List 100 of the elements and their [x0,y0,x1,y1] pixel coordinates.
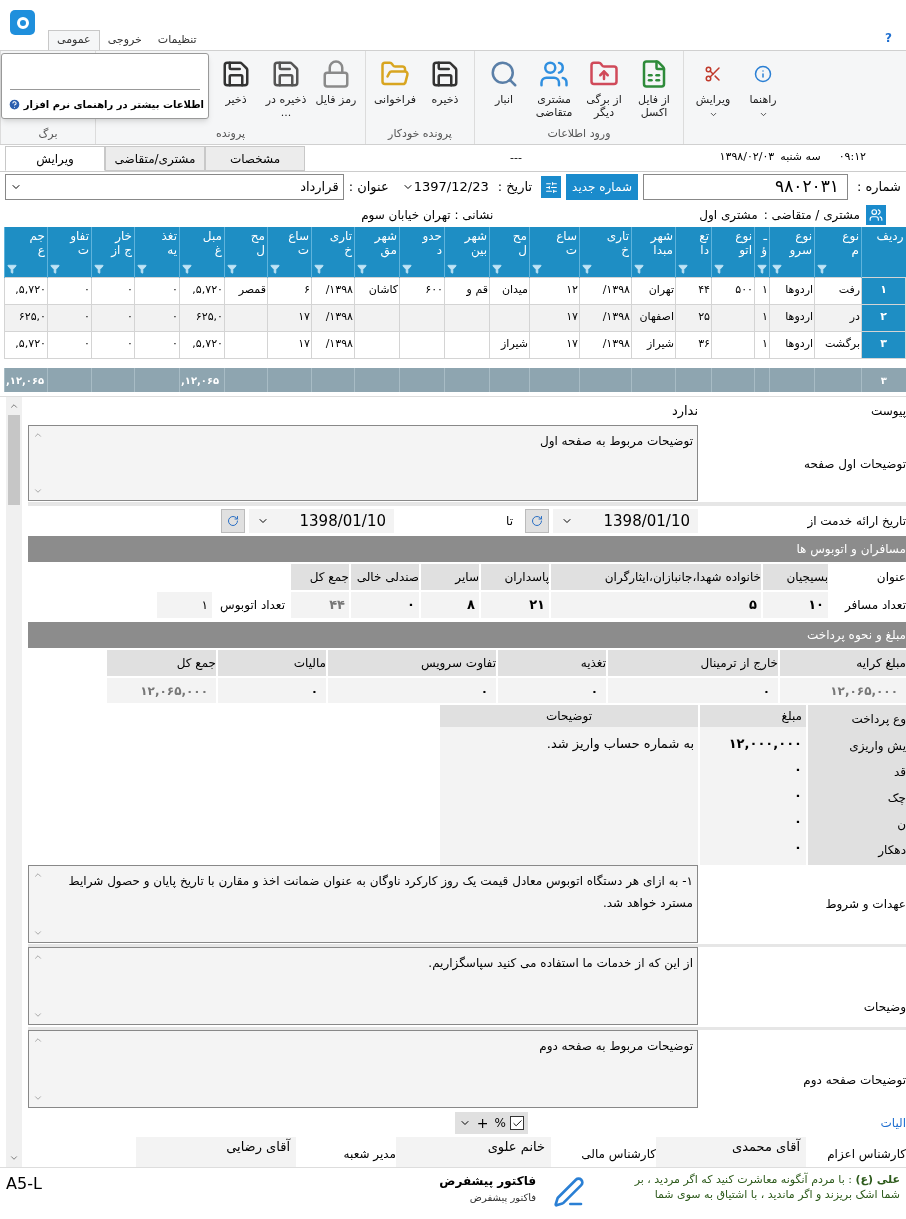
filter-icon[interactable] [678,263,688,274]
payment-amount: ۰ [793,812,803,831]
column-header[interactable]: مبل غ [179,227,225,277]
tax-link[interactable]: الیات [880,1116,906,1131]
column-header: صندلی خالی [351,564,419,590]
filter-icon[interactable] [817,263,827,274]
table-cell [224,331,268,358]
filter-icon[interactable] [532,263,542,274]
ribbon-button[interactable]: رمز فایل [313,57,359,126]
filter-icon[interactable] [270,263,280,274]
ribbon-button[interactable]: فراخوانی [372,57,418,126]
refresh-button[interactable] [525,509,549,534]
column-header[interactable]: نوع اتو [711,227,755,277]
table-cell: ۰ [47,331,92,358]
signature-name: آقای محمدی [656,1137,806,1167]
column-header[interactable]: ساع ت [267,227,312,277]
filter-icon[interactable] [402,263,412,274]
table-cell: ۶ [267,277,312,304]
new-number-button[interactable]: شماره جدید [566,174,638,200]
date-picker[interactable]: 1398/01/10 [553,509,698,534]
ribbon-button[interactable]: انبار [481,57,527,126]
column-header[interactable]: تع دا [675,227,712,277]
ribbon-button[interactable]: راهنما [740,57,786,144]
ribbon-button[interactable]: ذخیره در ... [263,57,309,126]
scroll-thumb[interactable] [8,415,20,505]
table-cell: ۴۴ [675,277,712,304]
filter-icon[interactable] [94,263,104,274]
table-cell: ۲۱ [481,592,549,618]
number-field[interactable]: ۹۸۰۲۰۳۱ [643,174,848,200]
scrollbar[interactable] [6,397,22,1167]
filter-icon[interactable] [492,263,502,274]
row-number: ۳ [861,331,906,358]
ribbon-tab[interactable]: عمومی [48,30,100,50]
column-header[interactable]: شهر بین [444,227,490,277]
column-header[interactable]: نوع م [814,227,862,277]
ribbon-button[interactable]: ذخیر [213,57,259,126]
column-header[interactable]: ـ ؤ [754,227,770,277]
app-logo-icon[interactable] [10,10,35,35]
column-header[interactable]: نوع سرو [769,227,815,277]
column-header: بسیجیان [763,564,828,590]
column-header[interactable]: تاری خ [311,227,355,277]
page-size: A5-L [6,1173,42,1195]
column-header[interactable]: شهر مبدا [631,227,676,277]
ribbon-tab[interactable]: تنظیمات [149,30,205,50]
table-cell: قمصر [224,277,268,304]
floppy-icon [271,59,301,89]
date-picker[interactable]: 1397/12/23 [397,174,493,200]
settings-button[interactable] [541,176,562,198]
column-header[interactable]: تفاو ت [47,227,92,277]
filter-icon[interactable] [227,263,237,274]
checkbox[interactable] [510,1116,524,1131]
ribbon-tab[interactable]: خروجی [99,30,150,50]
padlock-icon [321,59,351,89]
section-header: مسافران و اتوبوس ها [28,536,906,563]
column-header[interactable]: تاری خ [579,227,632,277]
filter-icon[interactable] [314,263,324,274]
filter-icon[interactable] [357,263,367,274]
column-header[interactable]: مح ل [489,227,530,277]
column-header[interactable]: تغذ یه [134,227,180,277]
filter-icon[interactable] [50,263,60,274]
scroll-up-icon[interactable] [9,401,19,411]
ribbon-button[interactable]: مشتری متقاضی [531,57,577,126]
text-area[interactable]: توضیحات مربوط به صفحه اول [28,424,698,501]
tab[interactable]: مشخصات [205,146,305,171]
filter-icon[interactable] [582,263,592,274]
table-cell: ۰ [91,304,135,331]
column-header[interactable]: خار ج از [91,227,135,277]
tab[interactable]: ویرایش [5,146,105,171]
title-select[interactable]: قرارداد [5,174,344,200]
ribbon-button[interactable]: ذخیره [422,57,468,126]
column-header[interactable]: مح ل [224,227,268,277]
date-picker[interactable]: 1398/01/10 [249,509,394,534]
column-header[interactable]: ردیف [861,227,906,277]
column-header[interactable]: شهر مق [354,227,400,277]
text-area[interactable]: ۱- به ازای هر دستگاه اتوبوس معادل قیمت یک روز کارکرد ناوگان به عنوان ضمانت اخذ و مقارن با تاریخ پایان و حصول شرایط مسترد خواهد شد. [28,864,698,943]
filter-icon[interactable] [757,263,767,274]
tab[interactable]: مشتری/متقاضی [105,146,205,171]
filter-icon[interactable] [714,263,724,274]
ribbon-button[interactable]: ویرایش [690,57,736,144]
text-area[interactable]: از این که از خدمات ما استفاده می کنید سپاسگزاریم. [28,947,698,1026]
ribbon-button[interactable]: از برگی دیگر [581,57,627,126]
help-icon [7,97,21,111]
users-icon[interactable] [866,204,886,225]
filter-icon[interactable] [182,263,192,274]
filter-icon[interactable] [772,263,782,274]
column-header[interactable]: حدو د [399,227,445,277]
text-area[interactable]: توضیحات مربوط به صفحه دوم [28,1029,698,1108]
field-label: پیوست [871,402,906,420]
filter-icon[interactable] [447,263,457,274]
table-cell: ۰ [134,331,180,358]
column-header[interactable]: ساع ت [529,227,580,277]
ribbon-button[interactable]: از فایل اکسل [631,57,677,126]
filter-icon[interactable] [137,263,147,274]
plus-button[interactable]: + [474,1112,491,1134]
refresh-button[interactable] [221,509,245,534]
filter-icon[interactable] [7,263,17,274]
column-header[interactable]: جم ع [4,227,48,277]
filter-icon[interactable] [634,263,644,274]
scroll-down-icon[interactable] [9,1153,19,1163]
help-link[interactable]: ? [885,29,892,47]
